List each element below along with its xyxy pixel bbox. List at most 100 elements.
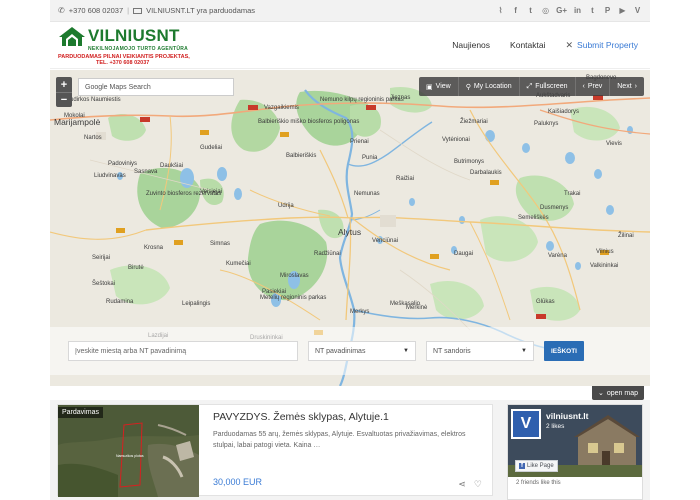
google-maps-search-input[interactable]: Google Maps Search <box>78 78 234 96</box>
property-card[interactable]: Pardavimas Namuzikos plotas PAVYZDYS. Že… <box>57 404 493 497</box>
share-icon[interactable]: ⋖ <box>458 479 466 490</box>
map-place-label: Miroslavas <box>280 273 309 279</box>
map-place-label: Balbieriškio miško biosferos poligonas <box>258 119 359 125</box>
map-place-label: Varėna <box>548 253 568 259</box>
map-control-label: Fullscreen <box>535 83 568 90</box>
map-place-label: Balbieriškis <box>286 153 316 159</box>
property-price: 30,000 EUR <box>213 477 263 487</box>
image-plot-label: Namuzikos plotas <box>116 454 144 458</box>
open-map-label: open map <box>606 389 638 397</box>
map-control-fullscreen[interactable]: ⤢ Fullscreen <box>518 77 575 96</box>
map-place-label: Venciūnai <box>372 238 398 244</box>
map-place-label: Trakai <box>564 191 580 197</box>
nav-item-kontaktai[interactable]: Kontaktai <box>510 40 545 50</box>
map-place-label: Dusmenys <box>540 205 568 211</box>
close-icon: ✕ <box>565 39 574 50</box>
open-map-button[interactable]: ⌄ open map <box>591 386 644 400</box>
vimeo-icon[interactable]: V <box>633 6 642 16</box>
map-place-label: Krosna <box>144 245 164 251</box>
map-control-label: Next <box>617 83 632 90</box>
property-type-select[interactable]: NT pavadinimas ▼ <box>308 341 416 361</box>
property-title[interactable]: PAVYZDYS. Žemės sklypas, Alytuje.1 <box>213 411 482 423</box>
tumblr-icon[interactable]: t <box>588 6 597 16</box>
facebook-like-button[interactable]: f Like Page <box>515 460 558 472</box>
nav-item-naujienos[interactable]: Naujienos <box>452 40 490 50</box>
right-gutter <box>650 0 700 500</box>
map-place-label: Paluknys <box>534 121 558 127</box>
map-place-label: Valkininkai <box>590 263 618 269</box>
map-control-next[interactable]: Next › <box>609 77 644 96</box>
map-place-label: Jieznas <box>390 95 410 101</box>
pinterest-icon[interactable]: P <box>603 6 612 16</box>
logo-subtitle: NEKILNOJAMOJO TURTO AGENTŪRA <box>88 45 189 52</box>
map-control-view[interactable]: ▣ View <box>419 77 458 96</box>
google-plus-icon[interactable]: G+ <box>556 6 567 16</box>
map-place-label: Žilinai <box>618 231 634 239</box>
map-place-label: Birutė <box>128 265 144 271</box>
map-place-label: Radžiūnai <box>314 251 341 257</box>
map-place-label: Raižiai <box>396 176 414 182</box>
top-separator: | <box>127 6 130 15</box>
facebook-likes-count: 2 likes <box>546 423 565 430</box>
heart-icon[interactable]: ♡ <box>474 479 482 490</box>
zoom-out-button[interactable]: − <box>56 92 72 107</box>
map-place-label: Pasiekiai <box>262 289 286 295</box>
dribbble-icon[interactable]: ◎ <box>541 6 550 16</box>
listing-status-badge: Pardavimas <box>58 407 103 418</box>
youtube-icon[interactable]: ▶ <box>618 6 627 16</box>
map-canvas[interactable]: Marijampolė Mokolai Nartos Padoviniys Liudvi… <box>50 70 650 386</box>
property-image[interactable]: Pardavimas Namuzikos plotas <box>58 405 199 497</box>
map-place-label: Darbalaukis <box>470 170 502 176</box>
map-place-label: Rudamina <box>106 299 134 305</box>
prev-icon: ‹ <box>582 83 585 90</box>
top-phone[interactable]: +370 608 02037 <box>69 6 123 15</box>
deal-type-select[interactable]: NT sandoris ▼ <box>426 341 534 361</box>
fullscreen-icon: ⤢ <box>526 82 533 90</box>
facebook-friends: 2 friends like this <box>516 480 561 486</box>
map-place-label: Leipalingis <box>182 301 210 307</box>
site-header: VILNIUSNT NEKILNOJAMOJO TURTO AGENTŪRA P… <box>50 22 650 69</box>
facebook-avatar[interactable]: V <box>511 409 541 439</box>
submit-property-button[interactable]: ✕ Submit Property <box>566 40 639 51</box>
map-place-label: Metelių regioninis parkas <box>260 295 326 301</box>
rss-icon[interactable]: ⌇ <box>496 6 505 16</box>
map-place-label: Udrija <box>278 203 294 209</box>
chevron-down-icon: ▼ <box>521 348 527 354</box>
top-contact: ✆ +370 608 02037 | VILNIUSNT.LT yra pard… <box>58 6 255 15</box>
property-search-bar: Įveskite miestą arba NT pavadinimą NT pa… <box>50 327 650 375</box>
location-search-input[interactable]: Įveskite miestą arba NT pavadinimą <box>68 341 298 361</box>
map-place-label: Simnas <box>210 241 230 247</box>
zoom-in-button[interactable]: + <box>56 77 72 92</box>
map-place-label: Meškasalio <box>390 301 421 307</box>
map-place-label: Punia <box>362 155 378 161</box>
page: ✆ +370 608 02037 | VILNIUSNT.LT yra pard… <box>0 0 700 500</box>
phone-icon: ✆ <box>58 6 65 15</box>
map-place-label: Daukšiai <box>160 163 183 169</box>
next-icon: › <box>634 83 637 90</box>
deal-type-value: NT sandoris <box>433 347 471 355</box>
chevron-down-icon: ▼ <box>403 348 409 354</box>
search-button[interactable]: IEŠKOTI <box>544 341 584 361</box>
map-control-my-location[interactable]: ⚲ My Location <box>457 77 519 96</box>
facebook-widget[interactable]: V vilniusnt.lt 2 likes f Like Page 2 fri… <box>507 404 643 500</box>
property-actions: ⋖ ♡ <box>458 479 482 490</box>
property-card-body: PAVYZDYS. Žemės sklypas, Alytuje.1 Pardu… <box>199 405 492 495</box>
facebook-cover: V vilniusnt.lt 2 likes f Like Page <box>508 405 642 477</box>
map-place-label: Seirijai <box>92 255 110 261</box>
map-place-label: Liudvinavas <box>94 173 126 179</box>
submit-property-label: Submit Property <box>577 40 638 50</box>
top-notice[interactable]: VILNIUSNT.LT yra parduodamas <box>146 6 255 15</box>
map-place-label: Šeštokai <box>92 280 115 287</box>
location-icon: ⚲ <box>465 83 471 91</box>
linkedin-icon[interactable]: in <box>573 6 582 16</box>
facebook-page-name[interactable]: vilniusnt.lt <box>546 411 589 421</box>
site-logo[interactable]: VILNIUSNT NEKILNOJAMOJO TURTO AGENTŪRA P… <box>58 25 190 66</box>
logo-brand: VILNIUSNT <box>88 26 180 45</box>
facebook-icon: f <box>519 463 525 469</box>
map-control-prev[interactable]: ‹ Prev <box>574 77 610 96</box>
facebook-icon[interactable]: f <box>511 6 520 16</box>
map-place-label: Veisiejai <box>200 189 222 195</box>
twitter-icon[interactable]: t <box>526 6 535 16</box>
social-links: ⌇ f t ◎ G+ in t P ▶ V <box>496 6 642 16</box>
map-place-label: Butrimonys <box>454 159 484 165</box>
